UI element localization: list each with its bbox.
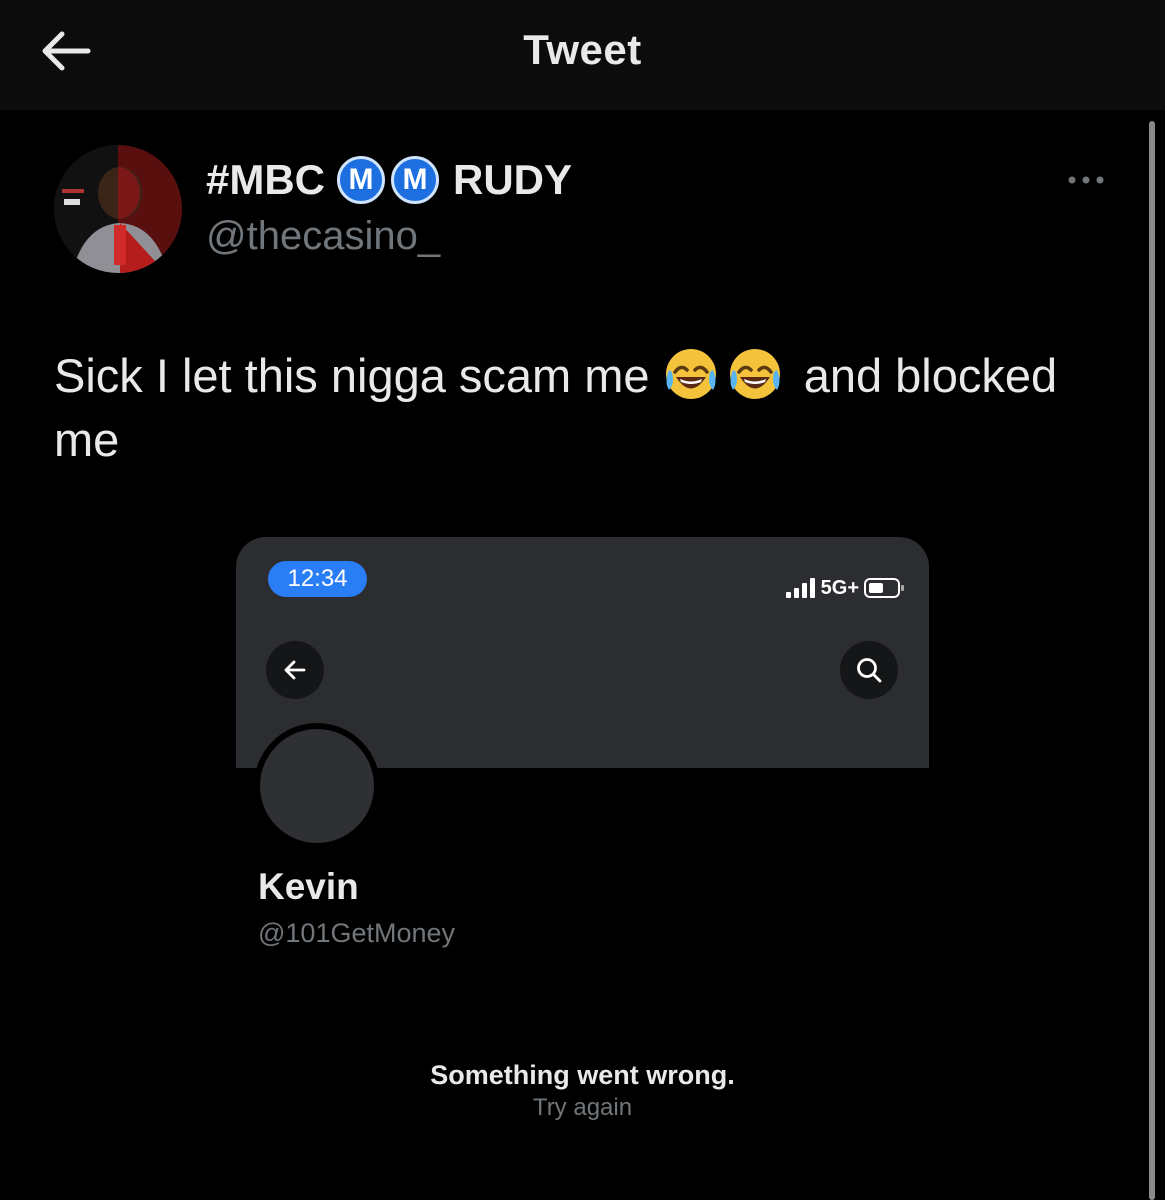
arrow-left-icon [284,660,306,680]
search-icon [857,658,882,683]
m-badge-icon: M [337,156,386,204]
status-bar-right: 5G+ [785,575,907,601]
network-label: 5G+ [820,576,859,599]
tweet-text: Sick I let this nigga scam me and blocke… [54,344,1114,472]
status-time: 12:34 [268,561,367,597]
author-avatar[interactable] [54,145,182,273]
scrollbar[interactable] [1149,121,1155,1200]
top-bar: Tweet [0,0,1165,110]
error-message: Something went wrong. [430,1060,735,1090]
m-badge-icon: M [391,156,440,204]
profile-name: Kevin [258,866,359,907]
author-handle[interactable]: @thecasino_ [206,214,440,259]
profile-search-button[interactable] [840,641,898,699]
avatar-image [54,145,182,273]
page-title: Tweet [523,26,642,73]
profile-back-button[interactable] [266,641,324,699]
profile-avatar-placeholder [254,723,380,849]
display-name-suffix: RUDY [453,156,573,203]
tweet-text-part-1: Sick I let this nigga scam me [54,349,650,402]
face-with-tears-of-joy-icon [665,349,716,399]
more-button[interactable] [1062,168,1110,192]
face-with-tears-of-joy-icon [729,349,780,399]
profile-handle: @101GetMoney [258,918,456,948]
ellipsis-icon [1068,176,1104,184]
battery-icon [864,578,904,598]
display-name-prefix: #MBC [206,156,326,203]
signal-icon [785,578,815,598]
try-again-link[interactable]: Try again [0,1094,1165,1122]
author-display-name[interactable]: #MBC M M RUDY [206,156,572,204]
